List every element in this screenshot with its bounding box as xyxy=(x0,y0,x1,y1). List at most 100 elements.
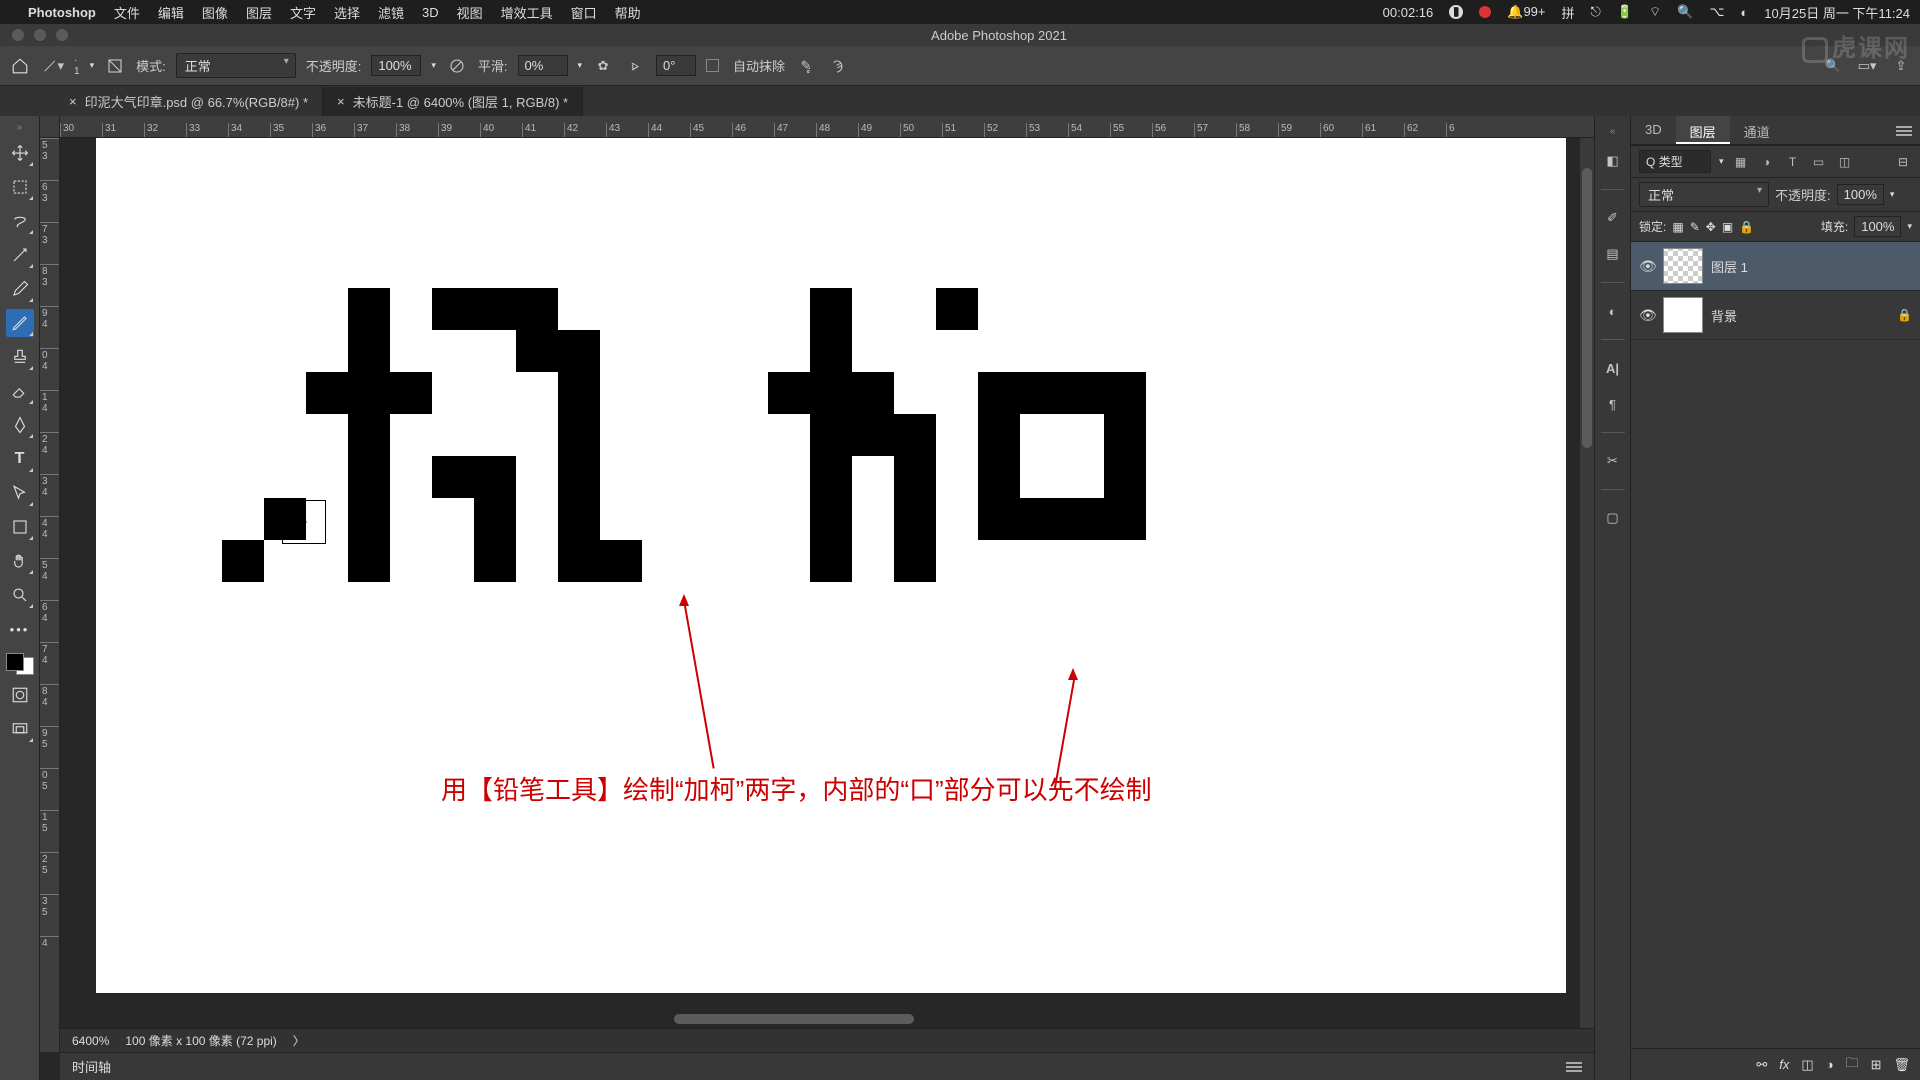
scrollbar-horizontal[interactable] xyxy=(674,1014,914,1024)
adjustment-layer-icon[interactable]: ◑ xyxy=(1826,1057,1834,1072)
pressure-size-icon[interactable]: ✎̥ xyxy=(795,55,817,77)
link-layers-icon[interactable]: ⚯ xyxy=(1756,1057,1767,1073)
layer-filter-dropdown[interactable]: Q 类型 xyxy=(1639,150,1711,173)
wand-tool-icon[interactable] xyxy=(6,241,34,269)
lock-artboard-icon[interactable]: ▣ xyxy=(1722,220,1733,234)
doc-info[interactable]: 100 像素 x 100 像素 (72 ppi) xyxy=(125,1032,276,1049)
record-icon[interactable] xyxy=(1479,6,1491,18)
minimize-window-button[interactable] xyxy=(34,29,46,41)
doc-tab-2[interactable]: × 未标题-1 @ 6400% (图层 1, RGB/8) * xyxy=(323,87,583,116)
filter-pixel-icon[interactable]: ▦ xyxy=(1732,153,1750,171)
brush-dropdown-icon[interactable]: ▾ xyxy=(90,60,95,71)
quickmask-icon[interactable] xyxy=(6,681,34,709)
symmetry-icon[interactable]: Ϡ xyxy=(827,55,849,77)
fill-input[interactable]: 100% xyxy=(1854,216,1901,237)
filter-smart-icon[interactable]: ◫ xyxy=(1836,153,1854,171)
visibility-icon[interactable]: 👁 xyxy=(1639,258,1655,275)
hand-tool-icon[interactable] xyxy=(6,547,34,575)
libraries-panel-icon[interactable]: ▢ xyxy=(1601,506,1625,530)
panel-menu-icon[interactable] xyxy=(1566,1060,1582,1074)
menu-type[interactable]: 文字 xyxy=(290,3,316,22)
panel-tab-layers[interactable]: 图层 xyxy=(1676,116,1730,144)
path-select-tool-icon[interactable] xyxy=(6,479,34,507)
screenmode-icon[interactable] xyxy=(6,715,34,743)
actions-panel-icon[interactable]: ✂ xyxy=(1601,449,1625,473)
opacity-input[interactable]: 100% xyxy=(371,55,421,76)
zoom-window-button[interactable] xyxy=(56,29,68,41)
menu-3d[interactable]: 3D xyxy=(422,5,439,20)
canvas-viewport[interactable]: 用【铅笔工具】绘制“加柯”两字，内部的“口”部分可以先不绘制 xyxy=(62,138,1594,1052)
brush-settings-icon[interactable] xyxy=(104,55,126,77)
lock-all-icon[interactable]: 🔒 xyxy=(1739,220,1754,234)
layer-mask-icon[interactable]: ◫ xyxy=(1801,1057,1813,1073)
opacity-dropdown-icon[interactable]: ▾ xyxy=(431,60,436,71)
swatches-panel-icon[interactable]: ▤ xyxy=(1601,242,1625,266)
panel-tab-3d[interactable]: 3D xyxy=(1631,116,1676,144)
lock-position-icon[interactable]: ✥ xyxy=(1706,220,1716,234)
layer-blend-dropdown[interactable]: 正常 xyxy=(1639,182,1769,207)
color-panel-icon[interactable]: ◧ xyxy=(1601,149,1625,173)
visibility-icon[interactable]: 👁 xyxy=(1639,307,1655,324)
blend-mode-dropdown[interactable]: 正常 xyxy=(176,53,296,78)
zoom-level[interactable]: 6400% xyxy=(72,1034,109,1048)
ruler-vertical[interactable]: 5 36 37 38 39 40 41 42 43 44 45 46 47 48… xyxy=(40,138,60,1052)
eyedropper-tool-icon[interactable] xyxy=(6,275,34,303)
move-tool-icon[interactable] xyxy=(6,139,34,167)
bluetooth-icon[interactable]: ⎋ xyxy=(1591,4,1601,20)
ruler-origin-icon[interactable] xyxy=(40,116,60,138)
filter-type-icon[interactable]: T xyxy=(1784,153,1802,171)
close-window-button[interactable] xyxy=(12,29,24,41)
lock-paint-icon[interactable]: ✎ xyxy=(1690,220,1700,234)
lock-icon[interactable]: 🔒 xyxy=(1897,308,1912,322)
layer-group-icon[interactable]: 🗀 xyxy=(1846,1054,1859,1076)
smooth-settings-icon[interactable]: ✿ xyxy=(592,55,614,77)
paragraph-panel-icon[interactable]: ¶ xyxy=(1601,392,1625,416)
smooth-input[interactable]: 0% xyxy=(518,55,568,76)
siri-icon[interactable]: ◐ xyxy=(1740,5,1748,20)
color-swatch[interactable] xyxy=(6,653,34,675)
auto-erase-checkbox[interactable] xyxy=(706,59,719,72)
eraser-tool-icon[interactable] xyxy=(6,377,34,405)
marquee-tool-icon[interactable] xyxy=(6,173,34,201)
control-center-icon[interactable]: ⌥ xyxy=(1709,4,1724,20)
pressure-opacity-icon[interactable] xyxy=(446,55,468,77)
filter-toggle-icon[interactable]: ⊟ xyxy=(1894,153,1912,171)
shape-tool-icon[interactable] xyxy=(6,513,34,541)
input-method-icon[interactable]: 拼 xyxy=(1562,3,1575,22)
zoom-tool-icon[interactable] xyxy=(6,581,34,609)
edit-toolbar-icon[interactable]: ••• xyxy=(6,615,34,643)
delete-layer-icon[interactable]: 🗑 xyxy=(1893,1057,1910,1073)
lock-pixels-icon[interactable]: ▦ xyxy=(1672,220,1683,234)
home-icon[interactable] xyxy=(8,54,32,78)
menu-view[interactable]: 视图 xyxy=(457,3,483,22)
new-layer-icon[interactable]: ⊞ xyxy=(1871,1057,1882,1073)
layer-thumbnail[interactable] xyxy=(1663,297,1703,333)
menu-plugin[interactable]: 增效工具 xyxy=(501,3,553,22)
layer-fx-icon[interactable]: fx xyxy=(1779,1057,1789,1072)
close-tab-icon[interactable]: × xyxy=(337,94,345,109)
type-tool-icon[interactable]: T xyxy=(6,445,34,473)
canvas[interactable]: 用【铅笔工具】绘制“加柯”两字，内部的“口”部分可以先不绘制 xyxy=(96,138,1566,993)
doc-tab-1[interactable]: × 印泥大气印章.psd @ 66.7%(RGB/8#) * xyxy=(55,87,323,116)
brushes-panel-icon[interactable]: ✐ xyxy=(1601,206,1625,230)
layer-name[interactable]: 图层 1 xyxy=(1711,257,1748,276)
menubar-clock[interactable]: 10月25日 周一 下午11:24 xyxy=(1764,3,1910,22)
menu-edit[interactable]: 编辑 xyxy=(158,3,184,22)
spotlight-icon[interactable]: 🔍 xyxy=(1677,4,1693,20)
close-tab-icon[interactable]: × xyxy=(69,94,77,109)
menu-select[interactable]: 选择 xyxy=(334,3,360,22)
app-name[interactable]: Photoshop xyxy=(28,5,96,20)
brush-size-indicator[interactable]: ·1 xyxy=(74,55,80,77)
notif-bell-icon[interactable]: 🔔99+ xyxy=(1507,4,1545,20)
smooth-dropdown-icon[interactable]: ▾ xyxy=(578,60,583,71)
menu-file[interactable]: 文件 xyxy=(114,3,140,22)
timeline-panel[interactable]: 时间轴 xyxy=(60,1052,1594,1080)
layer-row[interactable]: 👁 图层 1 xyxy=(1631,242,1920,291)
stamp-tool-icon[interactable] xyxy=(6,343,34,371)
layer-opacity-input[interactable]: 100% xyxy=(1837,184,1884,205)
character-panel-icon[interactable]: A| xyxy=(1601,356,1625,380)
panel-tab-channels[interactable]: 通道 xyxy=(1730,116,1784,144)
lasso-tool-icon[interactable] xyxy=(6,207,34,235)
scrollbar-vertical[interactable] xyxy=(1580,138,1594,1052)
ruler-horizontal[interactable]: 3031323334353637383940414243444546474849… xyxy=(60,116,1594,138)
